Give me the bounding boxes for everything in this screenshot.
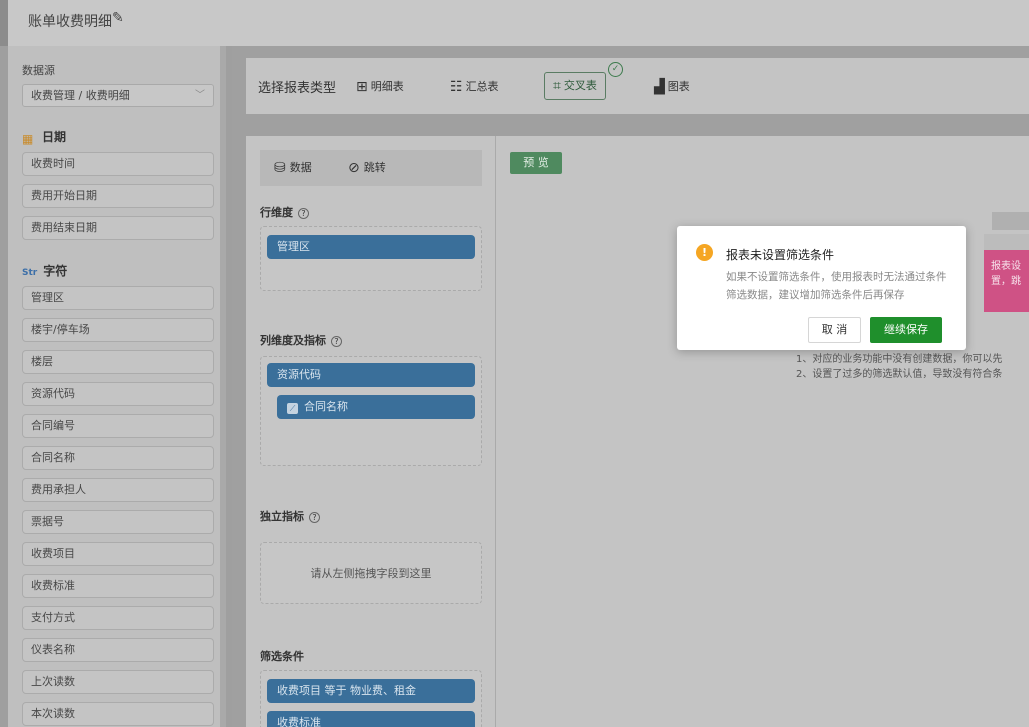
top-bar: 账单收费明细 ✎: [0, 0, 1029, 46]
bar-chart-icon: ▟: [654, 79, 665, 95]
report-type-cross[interactable]: ⌗ 交叉表: [544, 72, 606, 100]
main-area: 选择报表类型 ⊞ 明细表 ☷ 汇总表 ⌗ 交叉表 ✓ ▟ 图表 ⛁ 数据 ⊘ 跳转 行维度?…: [232, 46, 1029, 727]
empty-state-hints: 1、对应的业务功能中没有创建数据，你可以先 2、设置了过多的筛选默认值，导致没有…: [796, 352, 1002, 382]
check-icon: ✓: [608, 62, 623, 77]
dialog-message: 如果不设置筛选条件，使用报表时无法通过条件筛选数据，建议增加筛选条件后再保存: [726, 271, 947, 301]
field-item[interactable]: 收费项目: [22, 542, 214, 566]
config-panel: ⛁ 数据 ⊘ 跳转 行维度? 管理区 列维度及指标? 资源代码 ⟋ 合同名称 独立指标…: [246, 136, 1029, 727]
string-type-icon: Str: [22, 268, 38, 278]
dropzone-placeholder: 请从左侧拖拽字段到这里: [310, 567, 432, 580]
field-item[interactable]: 合同名称: [22, 446, 214, 470]
empty-state-banner: 报表设 置，跳: [984, 250, 1029, 312]
pencil-icon[interactable]: ✎: [112, 10, 124, 26]
cancel-button[interactable]: 取 消: [808, 317, 861, 343]
report-type-summary[interactable]: ☷ 汇总表: [450, 76, 499, 98]
dialog-title: 报表未设置筛选条件: [726, 248, 835, 262]
report-type-chart[interactable]: ▟ 图表: [654, 76, 690, 98]
row-dimension-chip[interactable]: 管理区: [267, 235, 475, 259]
field-item[interactable]: 楼宇/停车场: [22, 318, 214, 342]
hint-line: 1、对应的业务功能中没有创建数据，你可以先: [796, 354, 1003, 365]
independent-metric-header: 独立指标?: [260, 508, 320, 524]
row-dimension-zone[interactable]: 管理区: [260, 226, 482, 291]
warning-icon: !: [696, 244, 713, 261]
row-dimension-header: 行维度?: [260, 204, 309, 220]
report-type-label: 选择报表类型: [258, 81, 337, 96]
field-item[interactable]: 支付方式: [22, 606, 214, 630]
independent-metric-zone[interactable]: 请从左侧拖拽字段到这里: [260, 542, 482, 604]
column-dimension-header: 列维度及指标?: [260, 332, 342, 348]
field-item[interactable]: 票据号: [22, 510, 214, 534]
report-type-bar: 选择报表类型 ⊞ 明细表 ☷ 汇总表 ⌗ 交叉表 ✓ ▟ 图表: [246, 58, 1029, 114]
config-column: ⛁ 数据 ⊘ 跳转 行维度? 管理区 列维度及指标? 资源代码 ⟋ 合同名称 独立指标…: [246, 136, 496, 727]
field-item[interactable]: 仪表名称: [22, 638, 214, 662]
field-item[interactable]: 楼层: [22, 350, 214, 374]
metric-chip[interactable]: ⟋ 合同名称: [277, 395, 475, 419]
preview-button[interactable]: 预 览: [510, 152, 562, 174]
tab-jump[interactable]: ⊘ 跳转: [348, 159, 386, 176]
field-sidebar: 数据源 收费管理 / 收费明细 ﹀ ▦ 日期 收费时间 费用开始日期 费用结束日期…: [8, 46, 226, 727]
field-item[interactable]: 上次读数: [22, 670, 214, 694]
continue-save-button[interactable]: 继续保存: [870, 317, 942, 343]
report-title: 账单收费明细: [28, 14, 112, 30]
calendar-icon: ▦: [22, 132, 34, 146]
field-item[interactable]: 收费时间: [22, 152, 214, 176]
column-dimension-chip[interactable]: 资源代码: [267, 363, 475, 387]
link-icon: ⊘: [348, 160, 360, 176]
field-item[interactable]: 费用承担人: [22, 478, 214, 502]
field-item[interactable]: 管理区: [22, 286, 214, 310]
no-filter-warning-dialog: ! 报表未设置筛选条件 如果不设置筛选条件，使用报表时无法通过条件筛选数据，建议…: [677, 226, 966, 350]
field-item[interactable]: 收费标准: [22, 574, 214, 598]
field-item[interactable]: 合同编号: [22, 414, 214, 438]
field-item[interactable]: 资源代码: [22, 382, 214, 406]
string-group-header: Str 字符: [22, 264, 68, 278]
datasource-label: 数据源: [22, 64, 55, 77]
summary-table-icon: ☷: [450, 79, 463, 95]
chevron-down-icon: ﹀: [195, 90, 205, 101]
help-icon: ?: [298, 208, 309, 219]
cross-table-icon: ⌗: [553, 78, 561, 94]
database-icon: ⛁: [274, 160, 286, 176]
datasource-select[interactable]: 收费管理 / 收费明细 ﹀: [22, 84, 214, 107]
hint-line: 2、设置了过多的筛选默认值，导致没有符合条: [796, 369, 1003, 380]
help-icon: ?: [331, 336, 342, 347]
filter-header: 筛选条件: [260, 650, 304, 663]
chart-line-icon: ⟋: [287, 403, 298, 414]
help-icon: ?: [309, 512, 320, 523]
datasource-value: 收费管理 / 收费明细: [31, 89, 130, 102]
date-group-header: ▦ 日期: [22, 130, 67, 146]
field-item[interactable]: 费用结束日期: [22, 216, 214, 240]
column-dimension-zone[interactable]: 资源代码 ⟋ 合同名称: [260, 356, 482, 466]
report-type-detail[interactable]: ⊞ 明细表: [356, 76, 404, 98]
config-tabs: ⛁ 数据 ⊘ 跳转: [260, 150, 482, 186]
field-item[interactable]: 本次读数: [22, 702, 214, 726]
tab-data[interactable]: ⛁ 数据: [274, 159, 312, 176]
filter-zone[interactable]: 收费项目 等于 物业费、租金 收费标准: [260, 670, 482, 727]
grid-table-icon: ⊞: [356, 79, 368, 95]
filter-chip[interactable]: 收费项目 等于 物业费、租金: [267, 679, 475, 703]
filter-chip[interactable]: 收费标准: [267, 711, 475, 727]
field-item[interactable]: 费用开始日期: [22, 184, 214, 208]
